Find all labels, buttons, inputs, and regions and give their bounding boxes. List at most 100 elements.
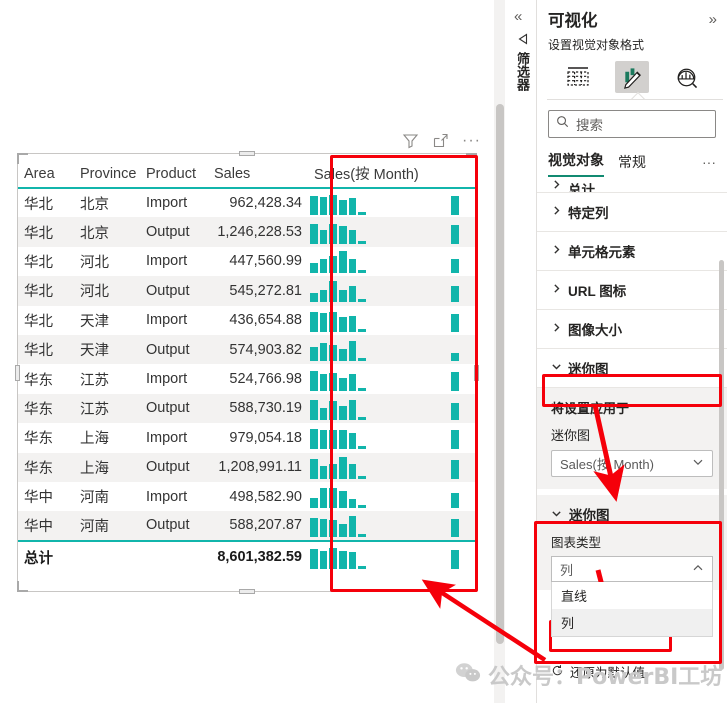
table-row[interactable]: 华东 上海 Output 1,208,991.11 [18,452,476,482]
more-options-icon[interactable]: ··· [462,132,481,148]
chart-type-option-0[interactable]: 直线 [552,582,712,609]
column-header-product[interactable]: Product [140,154,208,189]
resize-handle-top-right[interactable] [466,153,477,164]
resize-handle-left[interactable] [15,364,20,381]
table-row[interactable]: 华北 河北 Import 447,560.99 [18,247,476,276]
sparkline-tail-bar [451,195,459,215]
accordion-row-3[interactable]: URL 图标 [537,271,727,310]
viz-pane-title: 可视化 [548,12,598,30]
double-chevron-left-icon[interactable]: « [514,8,522,25]
resize-handle-bottom-left[interactable] [17,581,28,592]
table-row[interactable]: 华北 天津 Import 436,654.88 [18,306,476,335]
cell-empty [74,539,140,573]
cell-province: 江苏 [74,393,140,424]
visual-header-toolbar: ··· [402,132,481,149]
table-row[interactable]: 华北 北京 Output 1,246,228.53 [18,217,476,247]
accordion-row-1[interactable]: 特定列 [537,193,727,232]
cell-area: 华中 [18,511,74,541]
table-row[interactable]: 华北 河北 Output 545,272.81 [18,276,476,306]
viz-iconrow-divider [547,99,723,100]
analytics-icon[interactable] [669,61,703,93]
sparkline-bars [310,514,366,537]
table-body: 华北 北京 Import 962,428.34 华北 北京 Output 1,246,228.… [18,188,476,573]
filters-rail[interactable]: « 筛选器 [506,0,537,703]
resize-handle-top[interactable] [239,151,255,156]
canvas-scrollbar-thumb[interactable] [495,104,504,644]
build-visual-icon[interactable] [561,61,595,93]
tab-general[interactable]: 常规 [618,152,646,177]
accordion-row-0[interactable]: 总计 [537,179,727,193]
cell-area: 华北 [18,334,74,365]
filter-funnel-icon[interactable] [514,32,528,51]
resize-handle-bottom[interactable] [239,589,255,594]
apply-settings-dropdown[interactable]: Sales(按 Month) [551,450,713,477]
cell-product: Import [146,488,188,505]
sparkline-tail-bar [451,286,459,303]
cell-empty [140,539,208,573]
sparkline-cell [308,247,476,276]
cell-area: 华东 [24,431,53,448]
chevron-right-icon [551,244,561,258]
table-row[interactable]: 华中 河南 Output 588,207.87 [18,511,476,541]
accordion-row-2[interactable]: 单元格元素 [537,232,727,271]
tabs-more-icon[interactable]: ··· [702,154,716,177]
sparkline-tail-bar [451,518,459,537]
search-icon [556,115,569,133]
resize-handle-right[interactable] [474,364,479,381]
sparkline-cell [308,188,476,217]
double-chevron-right-icon[interactable]: » [709,11,717,28]
format-visual-icon[interactable] [615,61,649,93]
table-row[interactable]: 华中 河南 Import 498,582.90 [18,482,476,511]
cell-province: 天津 [80,313,109,330]
sparkline-tail-bar [451,430,459,450]
column-header-province[interactable]: Province [74,154,140,189]
sparkline-cell [308,452,476,482]
filter-icon[interactable] [402,132,419,149]
table-row[interactable]: 华东 上海 Import 979,054.18 [18,423,476,452]
column-header-sales[interactable]: Sales [208,154,308,189]
search-input[interactable]: 搜索 [548,110,716,138]
table-visual[interactable]: Area Province Product Sales Sales(按 Mont… [15,151,479,594]
sparkline-bars [310,338,366,362]
canvas-scrollbar[interactable] [494,0,505,703]
cell-area: 华中 [24,490,53,507]
resize-handle-bottom-right[interactable] [466,581,477,592]
cell-product: Import [146,195,188,212]
table-header: Area Province Product Sales Sales(按 Mont… [18,154,476,189]
chart-type-option-list: 直线列 [551,582,713,637]
tab-visual[interactable]: 视觉对象 [548,150,604,177]
cell-product: Output [140,217,208,247]
sparkline-bars [310,397,366,420]
format-accordion-list: 总计 特定列 单元格元素 URL 图标 图像大小 迷你图 [537,179,727,388]
cell-province: 天津 [74,334,140,365]
cell-area: 华北 [18,217,74,247]
active-tab-caret-icon [631,92,645,99]
viz-pane-scrollbar-thumb[interactable] [719,260,724,670]
chart-type-dropdown[interactable]: 列 [551,556,713,582]
cell-sales: 1,208,991.11 [208,452,308,482]
cell-sales: 588,207.87 [208,511,308,541]
visualizations-pane: 可视化 » 设置视觉对象格式 搜索 视觉对象 常规 ··· 总计 特定列 单元格… [537,0,727,703]
table-row[interactable]: 华东 江苏 Output 588,730.19 [18,393,476,424]
cell-province: 北京 [80,196,109,213]
cell-product: Import [146,429,188,446]
table-row[interactable]: 华北 北京 Import 962,428.34 [18,188,476,217]
chevron-up-icon [692,562,704,577]
reset-to-default-button[interactable]: 还原为默认值 [551,662,645,681]
focus-mode-icon[interactable] [432,132,449,149]
column-header-sparkline[interactable]: Sales(按 Month) [308,154,476,189]
sparkline-bars [310,368,366,391]
cell-area: 华东 [18,452,74,482]
cell-province: 河南 [80,490,109,507]
sparkline-cell [308,539,476,573]
sparkline-section-header[interactable]: 迷你图 [551,504,713,524]
chevron-right-icon [551,322,561,336]
chart-type-option-1[interactable]: 列 [552,609,712,636]
report-canvas: ··· Area Province Product Sales Sales(按 … [0,0,505,703]
accordion-row-5[interactable]: 迷你图 [537,349,727,388]
table-row[interactable]: 华北 天津 Output 574,903.82 [18,334,476,365]
table-row[interactable]: 华东 江苏 Import 524,766.98 [18,364,476,393]
accordion-row-4[interactable]: 图像大小 [537,310,727,349]
resize-handle-top-left[interactable] [17,153,28,164]
sparkline-cell [308,423,476,452]
